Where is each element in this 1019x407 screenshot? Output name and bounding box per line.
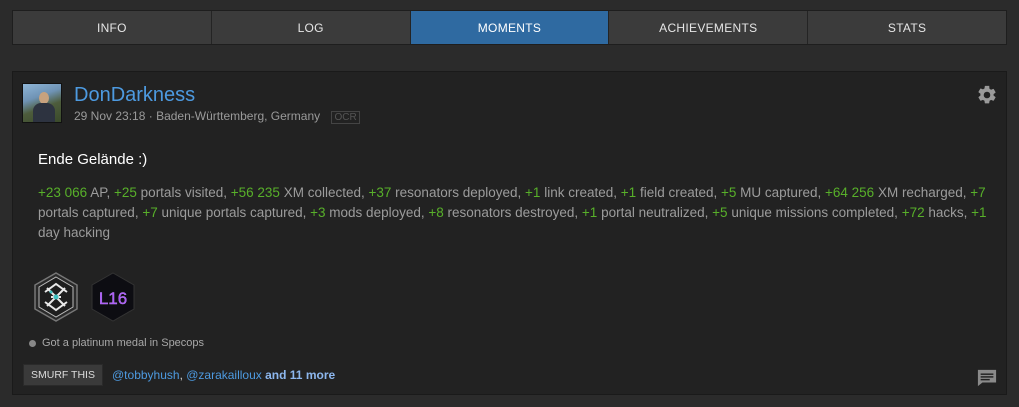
post-title: Ende Gelände :) xyxy=(38,151,148,168)
tab-moments[interactable]: MOMENTS xyxy=(410,11,610,44)
stat-value: +1 xyxy=(581,205,598,220)
ocr-badge: OCR xyxy=(331,111,360,124)
stat-value: +1 xyxy=(971,205,987,220)
tab-log[interactable]: LOG xyxy=(211,11,411,44)
stat-value: +1 xyxy=(620,185,637,200)
stat-label: portals visited xyxy=(140,185,224,200)
stat-label: hacks xyxy=(928,205,964,220)
stat-value: +23 066 xyxy=(38,185,88,200)
stat-value: +7 xyxy=(970,185,986,200)
stat-value: +37 xyxy=(368,185,392,200)
smurf-button[interactable]: SMURF THIS xyxy=(23,364,103,386)
tab-bar: INFO LOG MOMENTS ACHIEVEMENTS STATS xyxy=(12,10,1007,45)
stat-value: +7 xyxy=(142,205,158,220)
medal-note: Got a platinum medal in Specops xyxy=(29,337,204,349)
stat-label: resonators destroyed xyxy=(447,205,575,220)
avatar[interactable] xyxy=(22,83,62,123)
stat-value: +5 xyxy=(721,185,737,200)
stats-summary: +23 066 AP, +25 portals visited, +56 235… xyxy=(38,185,987,240)
stat-item: +1 field created xyxy=(621,185,714,200)
gear-icon[interactable] xyxy=(976,84,998,106)
stat-value: +3 xyxy=(310,205,326,220)
stat-value: +72 xyxy=(901,205,925,220)
stat-item: +1 portal neutralized xyxy=(582,205,705,220)
stat-item: +64 256 XM recharged xyxy=(825,185,963,200)
tab-stats[interactable]: STATS xyxy=(808,11,1006,44)
stat-label: field created xyxy=(639,185,714,200)
specops-medal-icon[interactable] xyxy=(33,272,79,322)
post-location: Baden-Württemberg, Germany xyxy=(156,109,321,123)
stat-label: mods deployed xyxy=(329,205,421,220)
stat-label: portals captured xyxy=(38,205,135,220)
level-badge-label: L16 xyxy=(99,289,127,308)
stat-item: +1 link created xyxy=(525,185,613,200)
stat-item: +56 235 XM collected xyxy=(231,185,361,200)
stat-value: +1 xyxy=(525,185,541,200)
stat-item: +8 resonators destroyed xyxy=(428,205,574,220)
stat-item: +7 unique portals captured xyxy=(142,205,302,220)
smurfers-list: @tobbyhush, @zarakailloux and 11 more xyxy=(112,368,336,382)
stat-label: day hacking xyxy=(38,225,111,240)
post-date: 29 Nov 23:18 xyxy=(74,109,146,123)
stat-value: +56 235 xyxy=(230,185,280,200)
stat-item: +37 resonators deployed xyxy=(369,185,518,200)
stat-label: unique missions completed xyxy=(731,205,895,220)
stat-value: +5 xyxy=(712,205,728,220)
stat-label: MU captured xyxy=(740,185,818,200)
stat-label: XM collected xyxy=(283,185,361,200)
stat-value: +8 xyxy=(428,205,444,220)
stat-label: AP xyxy=(90,185,107,200)
stat-label: unique portals captured xyxy=(161,205,303,220)
smurfer-link-1[interactable]: @tobbyhush xyxy=(112,368,180,382)
username-link[interactable]: DonDarkness xyxy=(74,84,195,107)
more-smurfers-link[interactable]: 11 more xyxy=(290,368,335,382)
stat-item: +23 066 AP xyxy=(38,185,106,200)
stat-value: +64 256 xyxy=(824,185,875,200)
stat-item: +5 unique missions completed xyxy=(712,205,894,220)
stat-item: +3 mods deployed xyxy=(310,205,421,220)
moment-card: DonDarkness 29 Nov 23:18 · Baden-Württem… xyxy=(12,71,1007,395)
tab-achievements[interactable]: ACHIEVEMENTS xyxy=(609,11,809,44)
stat-label: resonators deployed xyxy=(395,185,518,200)
stat-item: +72 hacks xyxy=(902,205,964,220)
comment-icon[interactable] xyxy=(976,368,998,388)
post-meta: 29 Nov 23:18 · Baden-Württemberg, German… xyxy=(74,109,360,124)
bullet-icon xyxy=(29,339,36,347)
smurfer-link-2[interactable]: @zarakailloux xyxy=(186,368,262,382)
stat-item: +25 portals visited xyxy=(114,185,223,200)
stat-label: link created xyxy=(544,185,614,200)
level-badge-icon[interactable]: L16 xyxy=(90,272,136,322)
stat-label: XM recharged xyxy=(877,185,963,200)
tab-info[interactable]: INFO xyxy=(13,11,212,44)
stat-value: +25 xyxy=(114,185,137,200)
stat-item: +5 MU captured xyxy=(721,185,817,200)
stat-label: portal neutralized xyxy=(601,205,705,220)
